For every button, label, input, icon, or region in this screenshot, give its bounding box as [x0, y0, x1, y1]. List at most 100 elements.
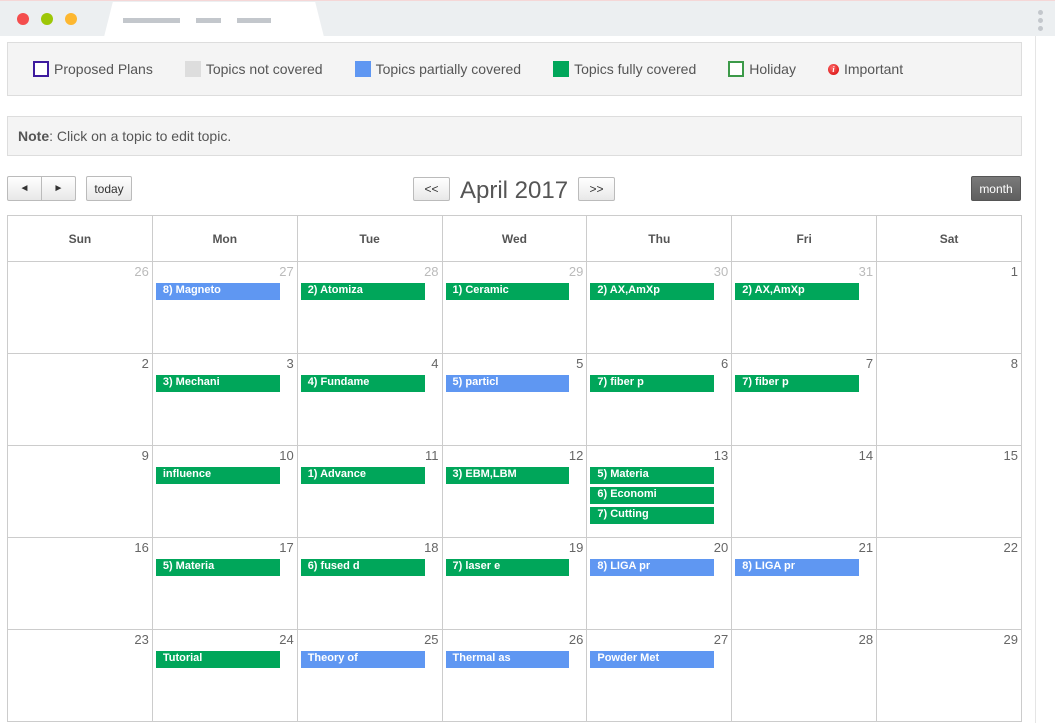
topic-event[interactable]: 1) Advance — [300, 467, 425, 484]
browser-chrome — [0, 0, 1055, 37]
browser-menu-icon[interactable] — [1038, 10, 1043, 31]
topic-event[interactable]: Tutorial — [155, 651, 280, 668]
day-cell[interactable]: 7 7) fiber p — [731, 353, 878, 446]
day-number: 29 — [1003, 632, 1018, 647]
topic-event[interactable]: Powder Met — [590, 651, 715, 668]
next-year-button[interactable]: >> — [578, 177, 615, 201]
month-view-button[interactable]: month — [971, 176, 1021, 201]
topic-event[interactable]: 7) fiber p — [590, 375, 715, 392]
topic-event[interactable]: 8) LIGA pr — [735, 559, 860, 576]
legend-item-notcov: Topics not covered — [184, 61, 323, 77]
day-cell[interactable]: 29 1) Ceramic — [441, 261, 588, 354]
topic-event[interactable]: 5) Materia — [155, 559, 280, 576]
topic-event[interactable]: 8) Magneto — [155, 283, 280, 300]
day-cell[interactable]: 30 2) AX,AmXp — [586, 261, 733, 354]
maximize-window-button[interactable] — [65, 13, 77, 25]
day-cell[interactable]: 23 — [7, 629, 153, 722]
day-number: 3 — [286, 356, 294, 371]
day-number: 28 — [858, 632, 874, 647]
topic-event[interactable]: 2) AX,AmXp — [590, 283, 715, 300]
browser-tab[interactable] — [104, 2, 324, 37]
week-row: 16 17 5) Materia 18 6) fused d 19 7) laser e 20… — [7, 537, 1022, 630]
today-button[interactable]: today — [86, 176, 132, 201]
topic-event[interactable]: 2) AX,AmXp — [735, 283, 860, 300]
day-cell[interactable]: 26 Thermal as — [441, 629, 588, 722]
legend-swatch-full — [553, 61, 570, 77]
day-cell[interactable]: 2 — [7, 353, 153, 446]
weekday-header-row: Sun Mon Tue Wed Thu Fri Sat — [7, 215, 1022, 262]
day-cell[interactable]: 16 — [7, 537, 153, 630]
day-number: 15 — [1003, 448, 1018, 463]
topic-event[interactable]: 7) fiber p — [735, 375, 860, 392]
day-cell[interactable]: 6 7) fiber p — [586, 353, 733, 446]
topic-event[interactable]: Thermal as — [445, 651, 570, 668]
topic-event[interactable]: 3) Mechani — [155, 375, 280, 392]
day-number: 4 — [431, 356, 439, 371]
prev-year-button[interactable]: << — [413, 177, 450, 201]
topic-event[interactable]: 6) Economi — [590, 487, 715, 504]
day-cell[interactable]: 27 Powder Met — [586, 629, 733, 722]
day-cell[interactable]: 14 — [731, 445, 878, 538]
day-cell[interactable]: 15 — [876, 445, 1022, 538]
day-cell[interactable]: 24 Tutorial — [151, 629, 298, 722]
month-calendar: Sun Mon Tue Wed Thu Fri Sat 26 27 8) Magneto 28 2)… — [7, 215, 1022, 722]
day-cell[interactable]: 21 8) LIGA pr — [731, 537, 878, 630]
day-cell[interactable]: 17 5) Materia — [151, 537, 298, 630]
topic-event[interactable]: 5) particl — [445, 375, 570, 392]
topic-event[interactable]: 7) laser e — [445, 559, 570, 576]
minimize-window-button[interactable] — [41, 13, 53, 25]
day-cell[interactable]: 4 4) Fundame — [296, 353, 443, 446]
day-cell[interactable]: 26 — [7, 261, 153, 354]
legend-swatch-notcov — [184, 61, 201, 77]
week-row: 23 24 Tutorial 25 Theory of 26 Thermal as 27 Pow… — [7, 629, 1022, 722]
day-number: 21 — [858, 540, 874, 555]
legend-swatch-partial — [354, 61, 371, 77]
day-cell[interactable]: 28 2) Atomiza — [296, 261, 443, 354]
day-cell[interactable]: 11 1) Advance — [296, 445, 443, 538]
day-cell[interactable]: 20 8) LIGA pr — [586, 537, 733, 630]
topic-event[interactable]: 5) Materia — [590, 467, 715, 484]
day-cell[interactable]: 28 — [731, 629, 878, 722]
topic-event[interactable]: 7) Cutting — [590, 507, 715, 524]
day-number: 1 — [1010, 264, 1018, 279]
topic-event[interactable]: Theory of — [300, 651, 425, 668]
legend-item-important: i Important — [827, 61, 903, 77]
topic-event[interactable]: 4) Fundame — [300, 375, 425, 392]
day-cell[interactable]: 19 7) laser e — [441, 537, 588, 630]
day-cell[interactable]: 9 — [7, 445, 153, 538]
day-cell[interactable]: 18 6) fused d — [296, 537, 443, 630]
day-number: 28 — [424, 264, 439, 279]
day-number: 13 — [713, 448, 729, 463]
day-cell[interactable]: 5 5) particl — [441, 353, 588, 446]
right-triangle-icon: ► — [53, 183, 64, 194]
prev-month-button[interactable]: ◄ — [7, 176, 42, 201]
day-number: 18 — [424, 540, 439, 555]
day-cell[interactable]: 1 — [876, 261, 1022, 354]
day-number: 29 — [568, 264, 584, 279]
topic-event[interactable]: 3) EBM,LBM — [445, 467, 570, 484]
day-cell[interactable]: 22 — [876, 537, 1022, 630]
day-cell[interactable]: 3 3) Mechani — [151, 353, 298, 446]
next-month-button[interactable]: ► — [41, 176, 76, 201]
topic-event[interactable]: 1) Ceramic — [445, 283, 570, 300]
day-cell[interactable]: 12 3) EBM,LBM — [441, 445, 588, 538]
topic-event[interactable]: 6) fused d — [300, 559, 425, 576]
day-cell[interactable]: 25 Theory of — [296, 629, 443, 722]
day-number: 26 — [134, 264, 149, 279]
day-number: 14 — [858, 448, 874, 463]
topic-event[interactable]: 8) LIGA pr — [590, 559, 715, 576]
day-cell[interactable]: 31 2) AX,AmXp — [731, 261, 878, 354]
week-row: 9 10 influence 11 1) Advance 12 3) EBM,LBM 13 5)… — [7, 445, 1022, 538]
week-row: 26 27 8) Magneto 28 2) Atomiza 29 1) Ceramic 30… — [7, 261, 1022, 354]
day-cell[interactable]: 8 — [876, 353, 1022, 446]
day-cell[interactable]: 27 8) Magneto — [151, 261, 298, 354]
day-cell[interactable]: 13 5) Materia 6) Economi 7) Cutting — [586, 445, 733, 538]
day-number: 23 — [134, 632, 149, 647]
legend: Proposed Plans Topics not covered Topics p… — [7, 42, 1022, 96]
day-cell[interactable]: 10 influence — [151, 445, 298, 538]
close-window-button[interactable] — [17, 13, 29, 25]
day-cell[interactable]: 29 — [876, 629, 1022, 722]
topic-event[interactable]: influence — [155, 467, 280, 484]
page-scrollbar[interactable] — [1035, 36, 1055, 723]
topic-event[interactable]: 2) Atomiza — [300, 283, 425, 300]
